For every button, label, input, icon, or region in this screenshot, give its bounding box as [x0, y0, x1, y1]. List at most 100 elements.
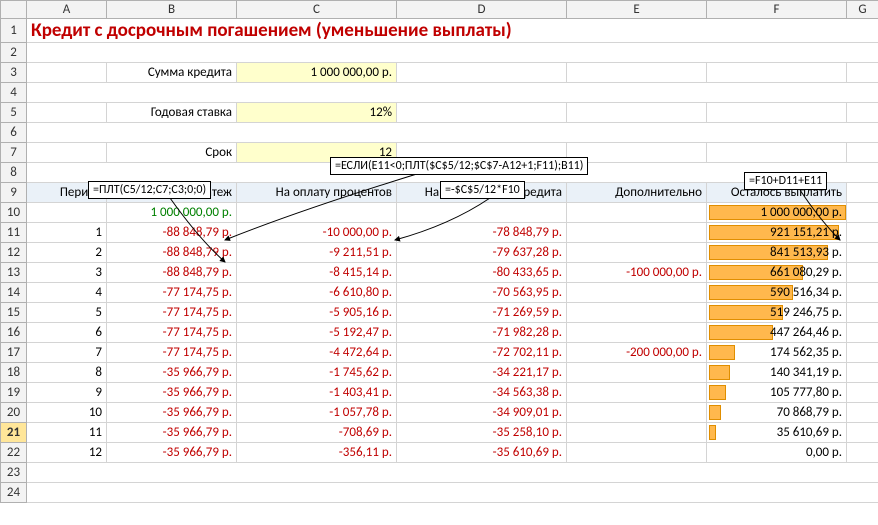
extra-6[interactable] [567, 323, 707, 343]
principal-4: -70 563,95 р. [397, 283, 567, 303]
row-10-head[interactable]: 10 [1, 203, 27, 223]
extra-2[interactable] [567, 243, 707, 263]
col-A[interactable]: A [27, 1, 107, 19]
initial-amount: 1 000 000,00 р. [107, 203, 237, 223]
row-6-head[interactable]: 6 [1, 123, 27, 143]
balance-9: 105 777,80 р. [707, 383, 847, 403]
extra-4[interactable] [567, 283, 707, 303]
payment-11: -35 966,79 р. [107, 423, 237, 443]
spreadsheet-viewport[interactable]: A B C D E F G 1Кредит с досрочным погаше… [0, 0, 878, 525]
col-B[interactable]: B [107, 1, 237, 19]
payment-7: -77 174,75 р. [107, 343, 237, 363]
payment-9: -35 966,79 р. [107, 383, 237, 403]
principal-6: -71 982,28 р. [397, 323, 567, 343]
worksheet-grid[interactable]: A B C D E F G 1Кредит с досрочным погаше… [0, 0, 878, 503]
row-4-head[interactable]: 4 [1, 83, 27, 103]
balance-10: 70 868,79 р. [707, 403, 847, 423]
principal-11: -35 258,10 р. [397, 423, 567, 443]
period-3: 3 [27, 263, 107, 283]
principal-1: -78 848,79 р. [397, 223, 567, 243]
period-6: 6 [27, 323, 107, 343]
col-G[interactable]: G [847, 1, 878, 19]
row-21-head[interactable]: 21 [1, 423, 27, 443]
col-E[interactable]: E [567, 1, 707, 19]
row-7-head[interactable]: 7 [1, 143, 27, 163]
interest-8: -1 745,62 р. [237, 363, 397, 383]
extra-12[interactable] [567, 443, 707, 463]
row-1-head[interactable]: 1 [1, 19, 27, 43]
balance-11: 35 610,69 р. [707, 423, 847, 443]
principal-7: -72 702,11 р. [397, 343, 567, 363]
extra-1[interactable] [567, 223, 707, 243]
row-18-head[interactable]: 18 [1, 363, 27, 383]
page-title: Кредит с досрочным погашением (уменьшени… [27, 19, 878, 43]
sum-label: Сумма кредита [107, 63, 237, 83]
row-9-head[interactable]: 9 [1, 183, 27, 203]
interest-5: -5 905,16 р. [237, 303, 397, 323]
payment-5: -77 174,75 р. [107, 303, 237, 323]
principal-5: -71 269,59 р. [397, 303, 567, 323]
extra-7[interactable]: -200 000,00 р. [567, 343, 707, 363]
callout-pmt-formula: =ПЛТ(C5/12;C7;C3;0;0) [88, 181, 211, 199]
period-1: 1 [27, 223, 107, 243]
corner-cell[interactable] [1, 1, 27, 19]
period-7: 7 [27, 343, 107, 363]
balance-6: 447 264,46 р. [707, 323, 847, 343]
callout-balance-formula: =F10+D11+E11 [744, 172, 827, 190]
extra-9[interactable] [567, 383, 707, 403]
principal-12: -35 610,69 р. [397, 443, 567, 463]
row-8-head[interactable]: 8 [1, 163, 27, 183]
extra-3[interactable]: -100 000,00 р. [567, 263, 707, 283]
row-16-head[interactable]: 16 [1, 323, 27, 343]
interest-7: -4 472,64 р. [237, 343, 397, 363]
extra-10[interactable] [567, 403, 707, 423]
row-5-head[interactable]: 5 [1, 103, 27, 123]
row-2-head[interactable]: 2 [1, 43, 27, 63]
balance-3: 661 080,29 р. [707, 263, 847, 283]
row-22-head[interactable]: 22 [1, 443, 27, 463]
row-19-head[interactable]: 19 [1, 383, 27, 403]
column-header-row[interactable]: A B C D E F G [1, 1, 878, 19]
row-3-head[interactable]: 3 [1, 63, 27, 83]
principal-3: -80 433,65 р. [397, 263, 567, 283]
interest-4: -6 610,80 р. [237, 283, 397, 303]
row-12-head[interactable]: 12 [1, 243, 27, 263]
row-11-head[interactable]: 11 [1, 223, 27, 243]
payment-6: -77 174,75 р. [107, 323, 237, 343]
extra-5[interactable] [567, 303, 707, 323]
payment-2: -88 848,79 р. [107, 243, 237, 263]
principal-8: -34 221,17 р. [397, 363, 567, 383]
row-23-head[interactable]: 23 [1, 463, 27, 483]
payment-8: -35 966,79 р. [107, 363, 237, 383]
balance-5: 519 246,75 р. [707, 303, 847, 323]
rate-label: Годовая ставка [107, 103, 237, 123]
col-C[interactable]: C [237, 1, 397, 19]
col-D[interactable]: D [397, 1, 567, 19]
extra-11[interactable] [567, 423, 707, 443]
term-label: Срок [107, 143, 237, 163]
period-2: 2 [27, 243, 107, 263]
period-8: 8 [27, 363, 107, 383]
period-10: 10 [27, 403, 107, 423]
row-24-head[interactable]: 24 [1, 483, 27, 503]
balance-0: 1 000 000,00 р. [707, 203, 847, 223]
row-20-head[interactable]: 20 [1, 403, 27, 423]
sum-input[interactable]: 1 000 000,00 р. [237, 63, 397, 83]
interest-10: -1 057,78 р. [237, 403, 397, 423]
balance-8: 140 341,19 р. [707, 363, 847, 383]
principal-2: -79 637,28 р. [397, 243, 567, 263]
callout-interest-formula: =-$C$5/12*F10 [440, 181, 525, 199]
col-F[interactable]: F [707, 1, 847, 19]
payment-1: -88 848,79 р. [107, 223, 237, 243]
rate-input[interactable]: 12% [237, 103, 397, 123]
row-14-head[interactable]: 14 [1, 283, 27, 303]
row-15-head[interactable]: 15 [1, 303, 27, 323]
row-13-head[interactable]: 13 [1, 263, 27, 283]
extra-8[interactable] [567, 363, 707, 383]
interest-11: -708,69 р. [237, 423, 397, 443]
payment-12: -35 966,79 р. [107, 443, 237, 463]
interest-3: -8 415,14 р. [237, 263, 397, 283]
callout-if-formula: =ЕСЛИ(E11<0;ПЛТ($C$5/12;$C$7-A12+1;F11);… [330, 157, 588, 175]
payment-10: -35 966,79 р. [107, 403, 237, 423]
row-17-head[interactable]: 17 [1, 343, 27, 363]
